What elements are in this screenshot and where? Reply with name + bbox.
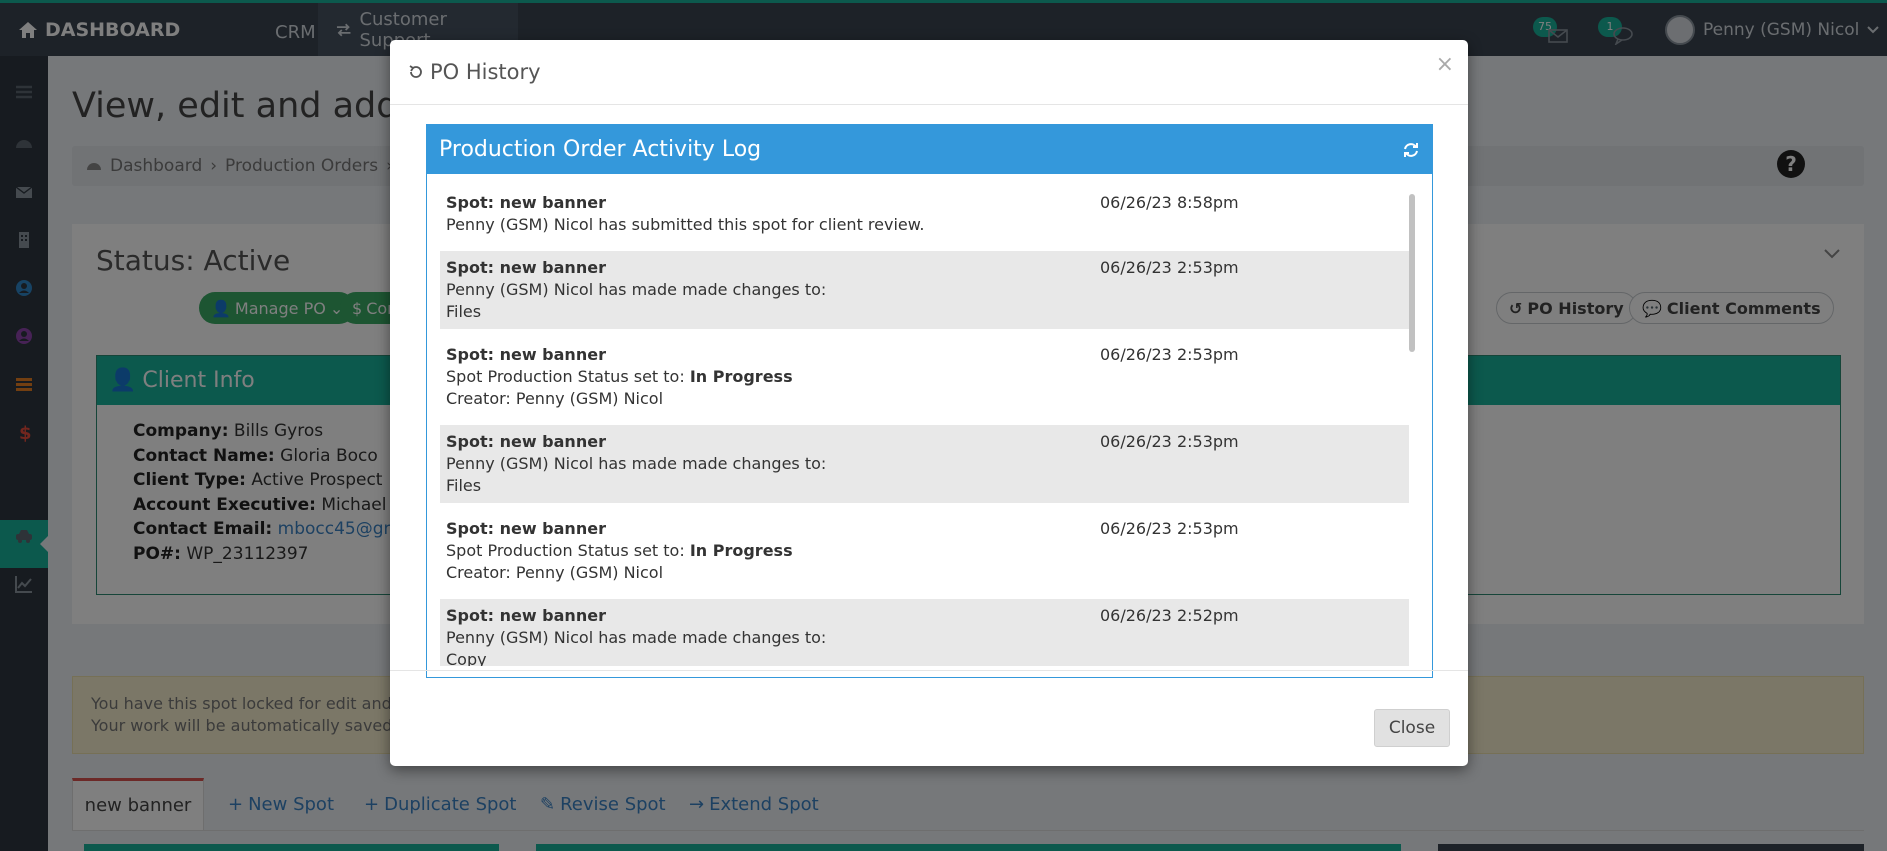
activity-log-panel: Production Order Activity Log Spot: new … bbox=[426, 124, 1433, 678]
log-entry-line: Penny (GSM) Nicol has submitted this spo… bbox=[446, 215, 925, 234]
log-entry-line: Copy bbox=[446, 650, 487, 666]
log-entry-line: Penny (GSM) Nicol has made made changes … bbox=[446, 628, 827, 647]
log-entry-spot: Spot: new banner bbox=[446, 193, 606, 212]
log-entry-status-prefix: Spot Production Status set to: bbox=[446, 541, 690, 560]
log-entry: Spot: new banner 06/26/23 8:58pm Penny (… bbox=[440, 186, 1409, 242]
log-entry: Spot: new banner 06/26/23 2:53pm Penny (… bbox=[440, 251, 1409, 329]
activity-log-list: Spot: new banner 06/26/23 8:58pm Penny (… bbox=[440, 186, 1409, 666]
log-entry-time: 06/26/23 2:53pm bbox=[1100, 519, 1239, 538]
modal-header: PO History × bbox=[390, 40, 1468, 105]
close-icon[interactable]: × bbox=[1436, 52, 1454, 77]
log-entry: Spot: new banner 06/26/23 2:53pm Penny (… bbox=[440, 425, 1409, 503]
close-button[interactable]: Close bbox=[1374, 709, 1450, 747]
log-entry: Spot: new banner 06/26/23 2:53pm Spot Pr… bbox=[440, 512, 1409, 590]
log-entry-time: 06/26/23 2:53pm bbox=[1100, 432, 1239, 451]
modal-footer bbox=[390, 670, 1468, 766]
log-entry-line: Penny (GSM) Nicol has made made changes … bbox=[446, 454, 827, 473]
log-entry-time: 06/26/23 8:58pm bbox=[1100, 193, 1239, 212]
log-entry-spot: Spot: new banner bbox=[446, 519, 606, 538]
log-entry-spot: Spot: new banner bbox=[446, 432, 606, 451]
log-entry-line: Files bbox=[446, 476, 482, 495]
log-entry-status-value: In Progress bbox=[689, 367, 793, 386]
modal-title: PO History bbox=[408, 60, 541, 84]
log-entry-spot: Spot: new banner bbox=[446, 345, 606, 364]
refresh-icon[interactable] bbox=[1402, 141, 1420, 159]
log-entry-line: Creator: Penny (GSM) Nicol bbox=[446, 389, 664, 408]
log-entry-time: 06/26/23 2:52pm bbox=[1100, 606, 1239, 625]
log-entry-line: Files bbox=[446, 302, 482, 321]
log-scrollbar[interactable] bbox=[1409, 194, 1415, 352]
activity-log-header: Production Order Activity Log bbox=[427, 125, 1432, 174]
log-entry-line: Spot Production Status set to: In Progre… bbox=[446, 366, 1403, 388]
log-entry-status-value: In Progress bbox=[689, 541, 793, 560]
log-entry-status-prefix: Spot Production Status set to: bbox=[446, 367, 690, 386]
log-entry-time: 06/26/23 2:53pm bbox=[1100, 345, 1239, 364]
log-entry-line: Penny (GSM) Nicol has made made changes … bbox=[446, 280, 827, 299]
log-entry-line: Creator: Penny (GSM) Nicol bbox=[446, 563, 664, 582]
log-entry-time: 06/26/23 2:53pm bbox=[1100, 258, 1239, 277]
log-entry-spot: Spot: new banner bbox=[446, 606, 606, 625]
modal-title-text: PO History bbox=[430, 60, 541, 84]
log-entry-spot: Spot: new banner bbox=[446, 258, 606, 277]
log-entry-line: Spot Production Status set to: In Progre… bbox=[446, 540, 1403, 562]
log-entry: Spot: new banner 06/26/23 2:52pm Penny (… bbox=[440, 599, 1409, 666]
history-icon bbox=[409, 65, 422, 78]
po-history-modal: PO History × Production Order Activity L… bbox=[390, 40, 1468, 766]
log-entry: Spot: new banner 06/26/23 2:53pm Spot Pr… bbox=[440, 338, 1409, 416]
activity-log-title: Production Order Activity Log bbox=[439, 137, 762, 162]
